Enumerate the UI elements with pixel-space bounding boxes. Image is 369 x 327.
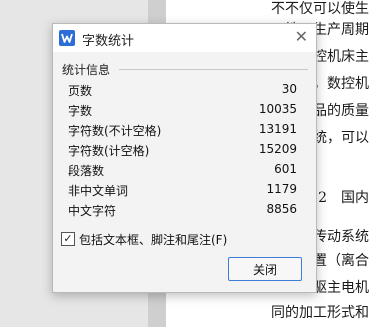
stat-row-paragraphs: 段落数 601	[68, 162, 297, 181]
stat-label: 字数	[68, 104, 93, 118]
word-count-dialog: 字数统计 ✕ 统计信息 页数 30 字数 10035 字符数(不计空格) 131…	[52, 23, 317, 293]
stat-value: 8856	[266, 202, 297, 216]
stat-label: 中文字符	[68, 204, 117, 218]
stat-label: 字符数(不计空格)	[68, 124, 162, 138]
doc-line: 不不仅可以使生	[271, 1, 369, 17]
doc-line: 同的加工形式和	[271, 305, 369, 321]
stat-row-chinese-chars: 中文字符 8856	[68, 202, 297, 221]
stat-row-chars-no-spaces: 字符数(不计空格) 13191	[68, 122, 297, 141]
close-icon[interactable]: ✕	[295, 28, 308, 46]
stat-row-words: 字数 10035	[68, 102, 297, 121]
dialog-titlebar[interactable]: 字数统计 ✕	[53, 24, 316, 52]
stat-row-pages: 页数 30	[68, 82, 297, 101]
stat-value: 1179	[266, 182, 297, 196]
include-checkbox[interactable]: ✓	[61, 232, 75, 246]
stat-label: 非中文单词	[68, 184, 129, 198]
stat-row-chars-with-spaces: 字符数(计空格) 15209	[68, 142, 297, 161]
section-title: 统计信息	[62, 63, 111, 77]
stat-value: 15209	[258, 142, 297, 156]
include-checkbox-label[interactable]: 包括文本框、脚注和尾注(F)	[79, 231, 227, 248]
stat-value: 13191	[258, 122, 297, 136]
stat-row-non-chinese-words: 非中文单词 1179	[68, 182, 297, 201]
stat-value: 10035	[258, 102, 297, 116]
stat-value: 601	[274, 162, 297, 176]
close-button[interactable]: 关闭	[228, 257, 302, 281]
section-divider	[119, 69, 308, 70]
stat-label: 段落数	[68, 164, 105, 178]
dialog-title: 字数统计	[82, 34, 135, 49]
stat-label: 页数	[68, 84, 93, 98]
stat-label: 字符数(计空格)	[68, 144, 150, 158]
stat-value: 30	[281, 82, 297, 96]
wps-app-icon	[59, 30, 75, 46]
